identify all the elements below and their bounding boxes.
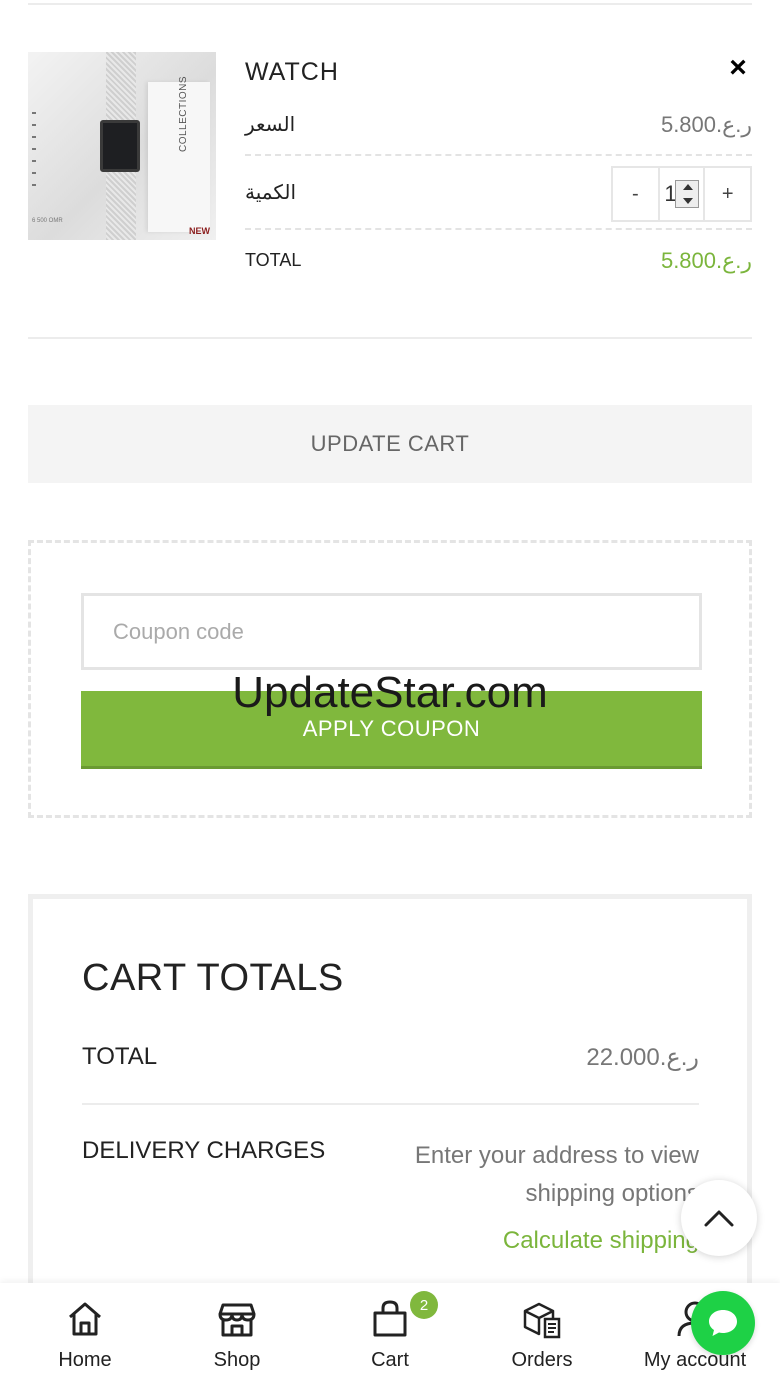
nav-account-label: My account [643,1349,747,1371]
item-total-value: 5.800.ر.ع [660,248,752,273]
image-new-tag: NEW [189,226,210,236]
quantity-plus-button[interactable]: + [705,168,750,220]
orders-icon [523,1302,561,1339]
nav-home[interactable]: Home [7,1283,163,1387]
chevron-up-icon [704,1210,734,1227]
quantity-label: الكمية [245,182,297,204]
price-value: 5.800.ر.ع [660,112,752,137]
delivery-label: DELIVERY CHARGES [82,1137,326,1164]
nav-home-label: Home [58,1349,112,1371]
quantity-row: الكمية - 1 + [245,160,752,230]
totals-total-row: TOTAL 22.000.ر.ع [82,1039,699,1105]
quantity-spinner-icon[interactable] [675,180,700,208]
item-divider [28,337,752,339]
delivery-row: DELIVERY CHARGES Enter your address to v… [82,1135,699,1275]
cart-icon [373,1300,407,1337]
quantity-minus-button[interactable]: - [613,168,658,220]
bottom-navigation: Home Shop 2 Cart Orders My account [0,1283,780,1387]
watch-face [100,120,140,172]
cart-item: COLLECTIONS NEW 6 500 OMR WATCH × السعر … [28,52,752,338]
image-price-tag: 6 500 OMR [32,218,63,224]
image-side-text: COLLECTIONS [178,75,189,152]
item-total-row: TOTAL 5.800.ر.ع [245,242,752,282]
nav-orders[interactable]: Orders [464,1283,620,1387]
delivery-note: Enter your address to view shipping opti… [414,1142,699,1207]
product-image[interactable]: COLLECTIONS NEW 6 500 OMR [28,52,216,240]
chat-button[interactable] [691,1291,755,1355]
cart-totals-heading: CART TOTALS [82,957,344,999]
remove-item-icon[interactable]: × [726,53,750,83]
update-cart-button[interactable]: UPDATE CART [28,405,752,483]
quantity-input[interactable]: 1 [657,168,706,220]
nav-cart[interactable]: 2 Cart [312,1283,468,1387]
image-decoration [32,112,36,192]
nav-shop[interactable]: Shop [159,1283,315,1387]
nav-cart-label: Cart [371,1349,409,1371]
top-divider [28,3,752,5]
price-row: السعر 5.800.ر.ع [245,110,752,156]
scroll-to-top-button[interactable] [681,1180,757,1256]
nav-orders-label: Orders [511,1349,573,1371]
totals-total-label: TOTAL [82,1043,158,1070]
quantity-stepper: - 1 + [611,166,752,222]
shop-icon [218,1303,256,1337]
totals-total-value: 22.000.ر.ع [586,1044,699,1071]
product-name[interactable]: WATCH [245,58,339,87]
apply-coupon-button[interactable]: APPLY COUPON [81,691,702,769]
cart-totals: CART TOTALS TOTAL 22.000.ر.ع DELIVERY CH… [28,894,752,1314]
home-icon [69,1302,101,1336]
cart-count-badge: 2 [410,1291,438,1319]
calculate-shipping-link[interactable]: Calculate shipping [503,1227,699,1255]
coupon-box: APPLY COUPON [28,540,752,818]
price-label: السعر [245,114,296,136]
chat-bubble-icon [709,1310,737,1336]
nav-shop-label: Shop [213,1349,261,1371]
coupon-input[interactable] [81,593,702,670]
item-total-label: TOTAL [245,250,302,270]
